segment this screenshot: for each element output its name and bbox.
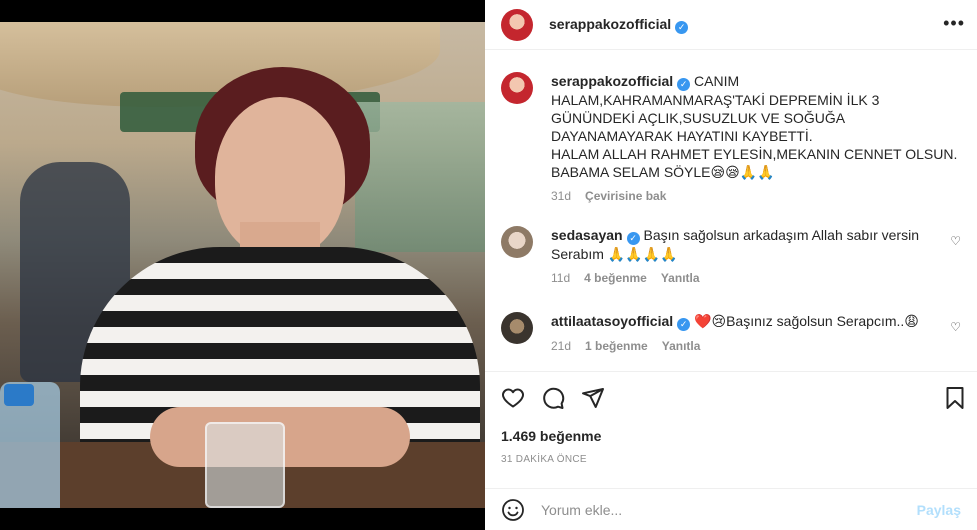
post-comment-button[interactable]: Paylaş — [917, 502, 961, 518]
comment-avatar[interactable] — [501, 226, 533, 258]
instagram-post-view: serappakozofficial ✓ ••• serappakozoffici… — [0, 0, 977, 530]
caption-time: 31d — [551, 189, 572, 203]
comment-like-heart-icon[interactable]: ♡ — [950, 320, 961, 334]
caption-item: serappakozofficial ✓ CANIM HALAM,KAHRAMAN… — [501, 72, 961, 203]
author-avatar[interactable] — [501, 8, 533, 41]
comment-avatar[interactable] — [501, 312, 533, 344]
comments-list: serappakozofficial ✓ CANIM HALAM,KAHRAMAN… — [485, 50, 977, 370]
comment-bubble-icon[interactable] — [541, 386, 565, 410]
comment-meta: 21d 1 beğenme Yanıtla — [551, 339, 961, 353]
comment-composer: Yorum ekle... Paylaş — [485, 488, 977, 530]
comment-like-heart-icon[interactable]: ♡ — [950, 234, 961, 248]
comment-body: attilaatasoyofficial ✓ ❤️😢Başınız sağolsu… — [551, 312, 961, 331]
post-timestamp: 31 DAKİKA ÖNCE — [501, 454, 587, 465]
comment-username[interactable]: attilaatasoyofficial — [551, 313, 673, 329]
like-heart-icon[interactable] — [501, 386, 525, 410]
caption-body: serappakozofficial ✓ CANIM HALAM,KAHRAMAN… — [551, 72, 961, 181]
photo-glass — [205, 422, 285, 508]
save-bookmark-icon[interactable] — [943, 386, 967, 410]
share-paper-plane-icon[interactable] — [581, 386, 605, 410]
reply-button[interactable]: Yanıtla — [662, 339, 701, 353]
caption-line-0: CANIM — [694, 73, 740, 89]
caption-avatar[interactable] — [501, 72, 533, 104]
author-username-text[interactable]: serappakozofficial — [549, 16, 671, 32]
caption-line-4: HALAM ALLAH RAHMET EYLESİN,MEKANIN CENNE… — [551, 146, 958, 162]
comment-item: attilaatasoyofficial ✓ ❤️😢Başınız sağolsu… — [501, 312, 961, 353]
author-username[interactable]: serappakozofficial ✓ — [549, 16, 689, 34]
comment-item: sedasayan ✓ Başın sağolsun arkadaşım Alla… — [501, 226, 961, 285]
caption-line-5: BABAMA SELAM SÖYLE😪😪🙏🙏 — [551, 164, 775, 180]
like-count[interactable]: 1.469 beğenme — [485, 428, 977, 444]
post-photo[interactable] — [0, 22, 485, 508]
verified-badge-icon: ✓ — [626, 232, 640, 245]
reply-button[interactable]: Yanıtla — [661, 271, 700, 285]
comment-likes[interactable]: 1 beğenme — [585, 339, 648, 353]
caption-line-1: HALAM,KAHRAMANMARAŞ'TAKİ DEPREMİN İLK 3 — [551, 92, 880, 108]
more-options-icon[interactable]: ••• — [943, 13, 965, 34]
caption-meta: 31d Çevirisine bak — [551, 189, 961, 203]
comment-username[interactable]: sedasayan — [551, 227, 623, 243]
post-actions: 1.469 beğenme 31 DAKİKA ÖNCE — [485, 371, 977, 465]
caption-line-2: GÜNÜNDEKİ AÇLIK,SUSUZLUK VE SOĞUĞA — [551, 110, 846, 126]
comment-likes[interactable]: 4 beğenme — [584, 271, 647, 285]
verified-badge-icon: ✓ — [677, 78, 691, 91]
comment-time: 11d — [551, 271, 571, 285]
action-icons-row — [485, 372, 977, 424]
post-header: serappakozofficial ✓ ••• — [485, 0, 977, 50]
emoji-smiley-icon[interactable] — [501, 498, 525, 522]
photo-background-window — [355, 102, 485, 252]
translate-link[interactable]: Çevirisine bak — [585, 189, 666, 203]
comment-time: 21d — [551, 339, 572, 353]
photo-bottle-cap — [4, 384, 34, 406]
verified-badge-icon: ✓ — [675, 20, 689, 34]
verified-badge-icon: ✓ — [677, 318, 691, 331]
comment-meta: 11d 4 beğenme Yanıtla — [551, 271, 961, 285]
comment-input[interactable]: Yorum ekle... — [541, 502, 917, 518]
caption-line-3: DAYANAMAYARAK HAYATINI KAYBETTİ. — [551, 128, 813, 144]
comment-text: ❤️😢Başınız sağolsun Serapcım..😩 — [694, 313, 919, 329]
comment-body: sedasayan ✓ Başın sağolsun arkadaşım Alla… — [551, 226, 961, 263]
caption-username[interactable]: serappakozofficial — [551, 73, 673, 89]
post-media — [0, 0, 485, 530]
post-side-panel: serappakozofficial ✓ ••• serappakozoffici… — [485, 0, 977, 530]
